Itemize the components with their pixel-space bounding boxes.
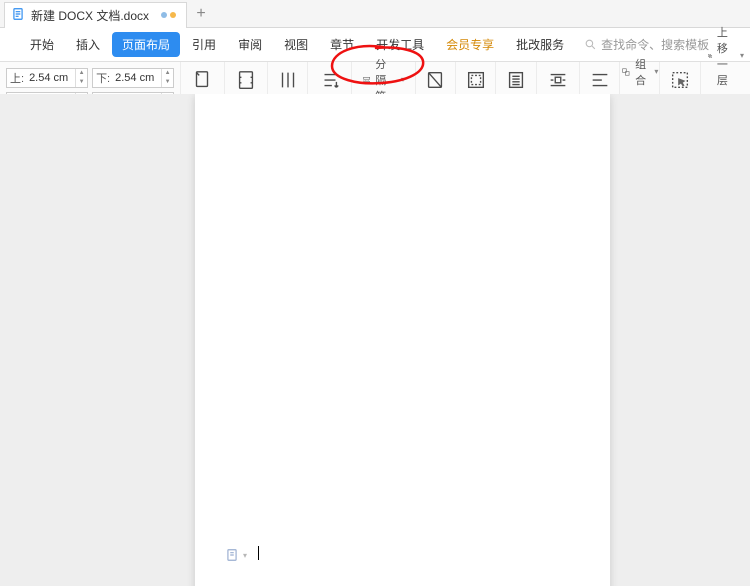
spin-down-icon[interactable]: ▼ <box>76 78 87 87</box>
paper-orientation-icon <box>190 69 214 91</box>
separator-icon <box>362 73 371 87</box>
new-tab-button[interactable]: + <box>187 0 215 28</box>
spin-down-icon[interactable]: ▼ <box>162 78 173 87</box>
search-placeholder: 查找命令、搜索模板 <box>601 36 709 53</box>
text-cursor <box>258 546 259 560</box>
search-icon <box>584 38 597 51</box>
group-icon <box>621 65 631 79</box>
margin-top-input[interactable]: 上: 2.54 cm ▲▼ <box>6 68 88 88</box>
document-tab[interactable]: 新建 DOCX 文档.docx <box>4 2 187 28</box>
document-page[interactable]: ▾ <box>195 94 610 586</box>
command-search[interactable]: 查找命令、搜索模板 <box>584 36 709 53</box>
document-workspace: ▾ <box>0 94 750 586</box>
columns-icon <box>276 69 300 91</box>
text-wrap-icon <box>546 69 570 91</box>
text-direction-icon <box>318 69 342 91</box>
bring-forward-button[interactable]: 上移一层▾ <box>707 24 744 88</box>
background-icon <box>423 69 447 91</box>
align-icon <box>588 69 612 91</box>
bring-forward-icon <box>707 49 713 63</box>
menu-vip[interactable]: 会员专享 <box>436 32 504 57</box>
menu-page-layout[interactable]: 页面布局 <box>112 32 180 57</box>
document-icon <box>11 7 25 24</box>
group-button[interactable]: 组合▾ <box>621 56 658 88</box>
paper-setup-icon <box>504 69 528 91</box>
menu-sections[interactable]: 章节 <box>320 32 364 57</box>
margin-bottom-input[interactable]: 下: 2.54 cm ▲▼ <box>92 68 174 88</box>
section-icon <box>225 548 239 562</box>
page-border-icon <box>464 69 488 91</box>
spin-up-icon[interactable]: ▲ <box>162 69 173 78</box>
tab-indicators <box>161 12 176 18</box>
menu-insert[interactable]: 插入 <box>66 32 110 57</box>
title-tab-bar: 新建 DOCX 文档.docx + <box>0 0 750 28</box>
document-tab-title: 新建 DOCX 文档.docx <box>31 7 149 24</box>
spin-up-icon[interactable]: ▲ <box>76 69 87 78</box>
menu-review[interactable]: 审阅 <box>228 32 272 57</box>
selection-pane-icon <box>668 69 692 91</box>
paper-size-icon <box>234 69 258 91</box>
menu-view[interactable]: 视图 <box>274 32 318 57</box>
menu-references[interactable]: 引用 <box>182 32 226 57</box>
menu-correction[interactable]: 批改服务 <box>506 32 574 57</box>
section-marker[interactable]: ▾ <box>225 548 247 562</box>
menu-start[interactable]: 开始 <box>20 32 64 57</box>
